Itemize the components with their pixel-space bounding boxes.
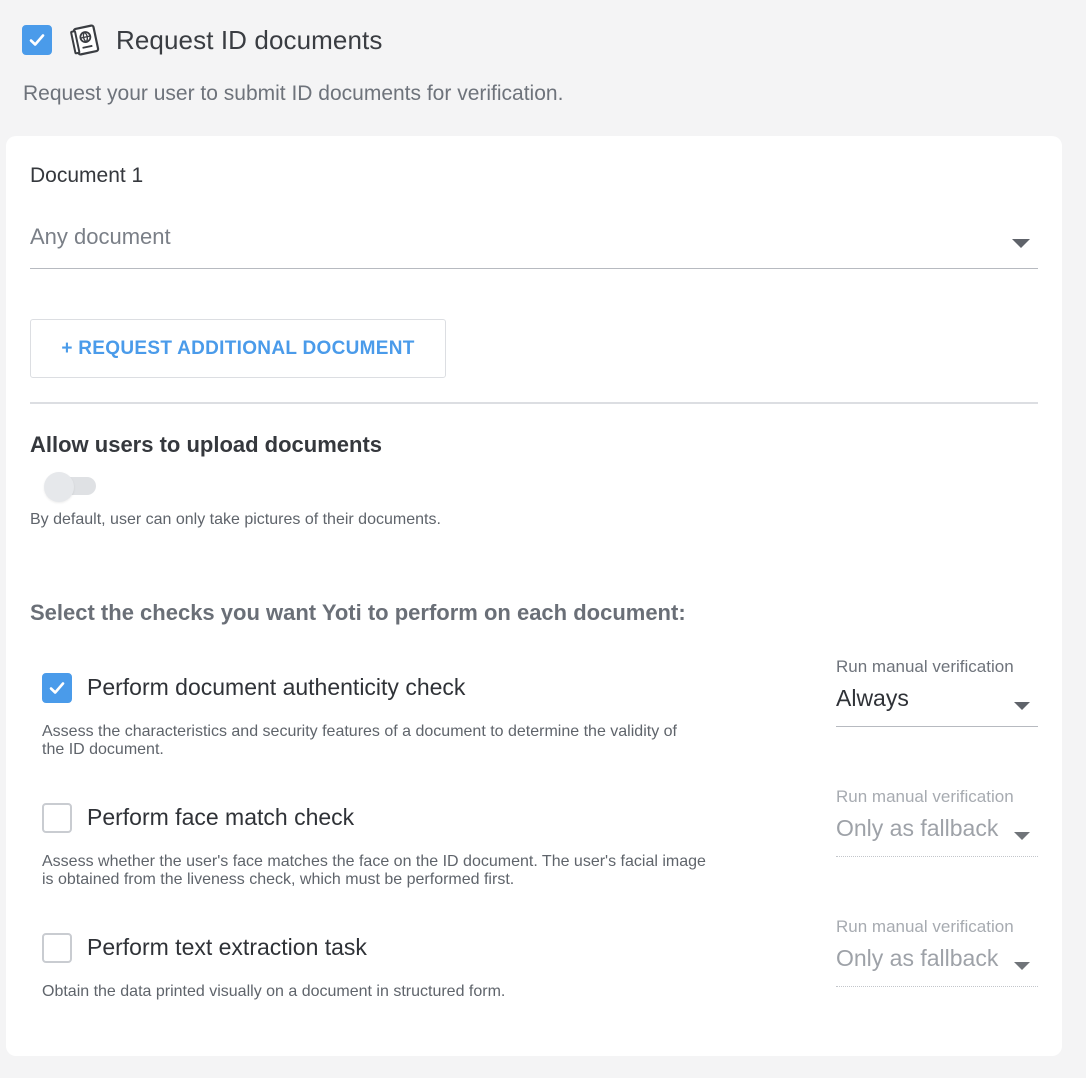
upload-documents-toggle[interactable]	[44, 472, 96, 502]
section-header: Request ID documents	[22, 22, 382, 58]
divider	[30, 402, 1038, 404]
caret-down-icon	[1014, 702, 1030, 710]
manual-verification-label: Run manual verification	[836, 657, 1014, 676]
document-type-value: Any document	[30, 224, 171, 249]
description-line: Assess the characteristics and security …	[42, 723, 677, 740]
check-description: Assess the characteristics and security …	[42, 723, 802, 759]
description-line: is obtained from the liveness check, whi…	[42, 871, 515, 888]
upload-documents-description: By default, user can only take pictures …	[30, 511, 441, 528]
text-extraction-checkbox[interactable]	[42, 933, 72, 963]
manual-verification-label: Run manual verification	[836, 917, 1014, 936]
caret-down-icon	[1014, 832, 1030, 840]
manual-verification-select[interactable]: Only as fallback	[836, 815, 1038, 857]
request-additional-document-button[interactable]: + REQUEST ADDITIONAL DOCUMENT	[30, 319, 446, 378]
caret-down-icon	[1012, 239, 1030, 248]
documents-card: Document 1 Any document + REQUEST ADDITI…	[6, 136, 1062, 1056]
authenticity-checkbox[interactable]	[42, 673, 72, 703]
check-label: Perform document authenticity check	[87, 674, 466, 700]
checkmark-icon	[49, 682, 65, 694]
manual-verification-value: Only as fallback	[836, 815, 999, 841]
check-description: Obtain the data printed visually on a do…	[42, 983, 802, 1001]
description-line: Obtain the data printed visually on a do…	[42, 983, 506, 1000]
section-title: Request ID documents	[116, 24, 383, 55]
manual-verification-value: Only as fallback	[836, 945, 999, 971]
checks-title: Select the checks you want Yoti to perfo…	[30, 600, 686, 625]
toggle-thumb	[44, 472, 74, 502]
description-line: the ID document.	[42, 741, 164, 758]
document-label: Document 1	[30, 164, 144, 187]
check-label: Perform face match check	[87, 804, 355, 830]
manual-verification-select[interactable]: Only as fallback	[836, 945, 1038, 987]
face-match-checkbox[interactable]	[42, 803, 72, 833]
manual-verification-value: Always	[836, 685, 909, 711]
upload-documents-title: Allow users to upload documents	[30, 432, 383, 457]
document-type-select[interactable]: Any document	[30, 220, 1038, 269]
caret-down-icon	[1014, 962, 1030, 970]
check-label: Perform text extraction task	[87, 934, 367, 960]
request-id-documents-checkbox[interactable]	[22, 25, 52, 55]
manual-verification-select[interactable]: Always	[836, 685, 1038, 727]
manual-verification-label: Run manual verification	[836, 787, 1014, 806]
check-description: Assess whether the user's face matches t…	[42, 853, 802, 889]
checkmark-icon	[29, 34, 45, 46]
passport-icon	[68, 22, 104, 58]
section-description: Request your user to submit ID documents…	[23, 82, 564, 105]
description-line: Assess whether the user's face matches t…	[42, 853, 706, 870]
